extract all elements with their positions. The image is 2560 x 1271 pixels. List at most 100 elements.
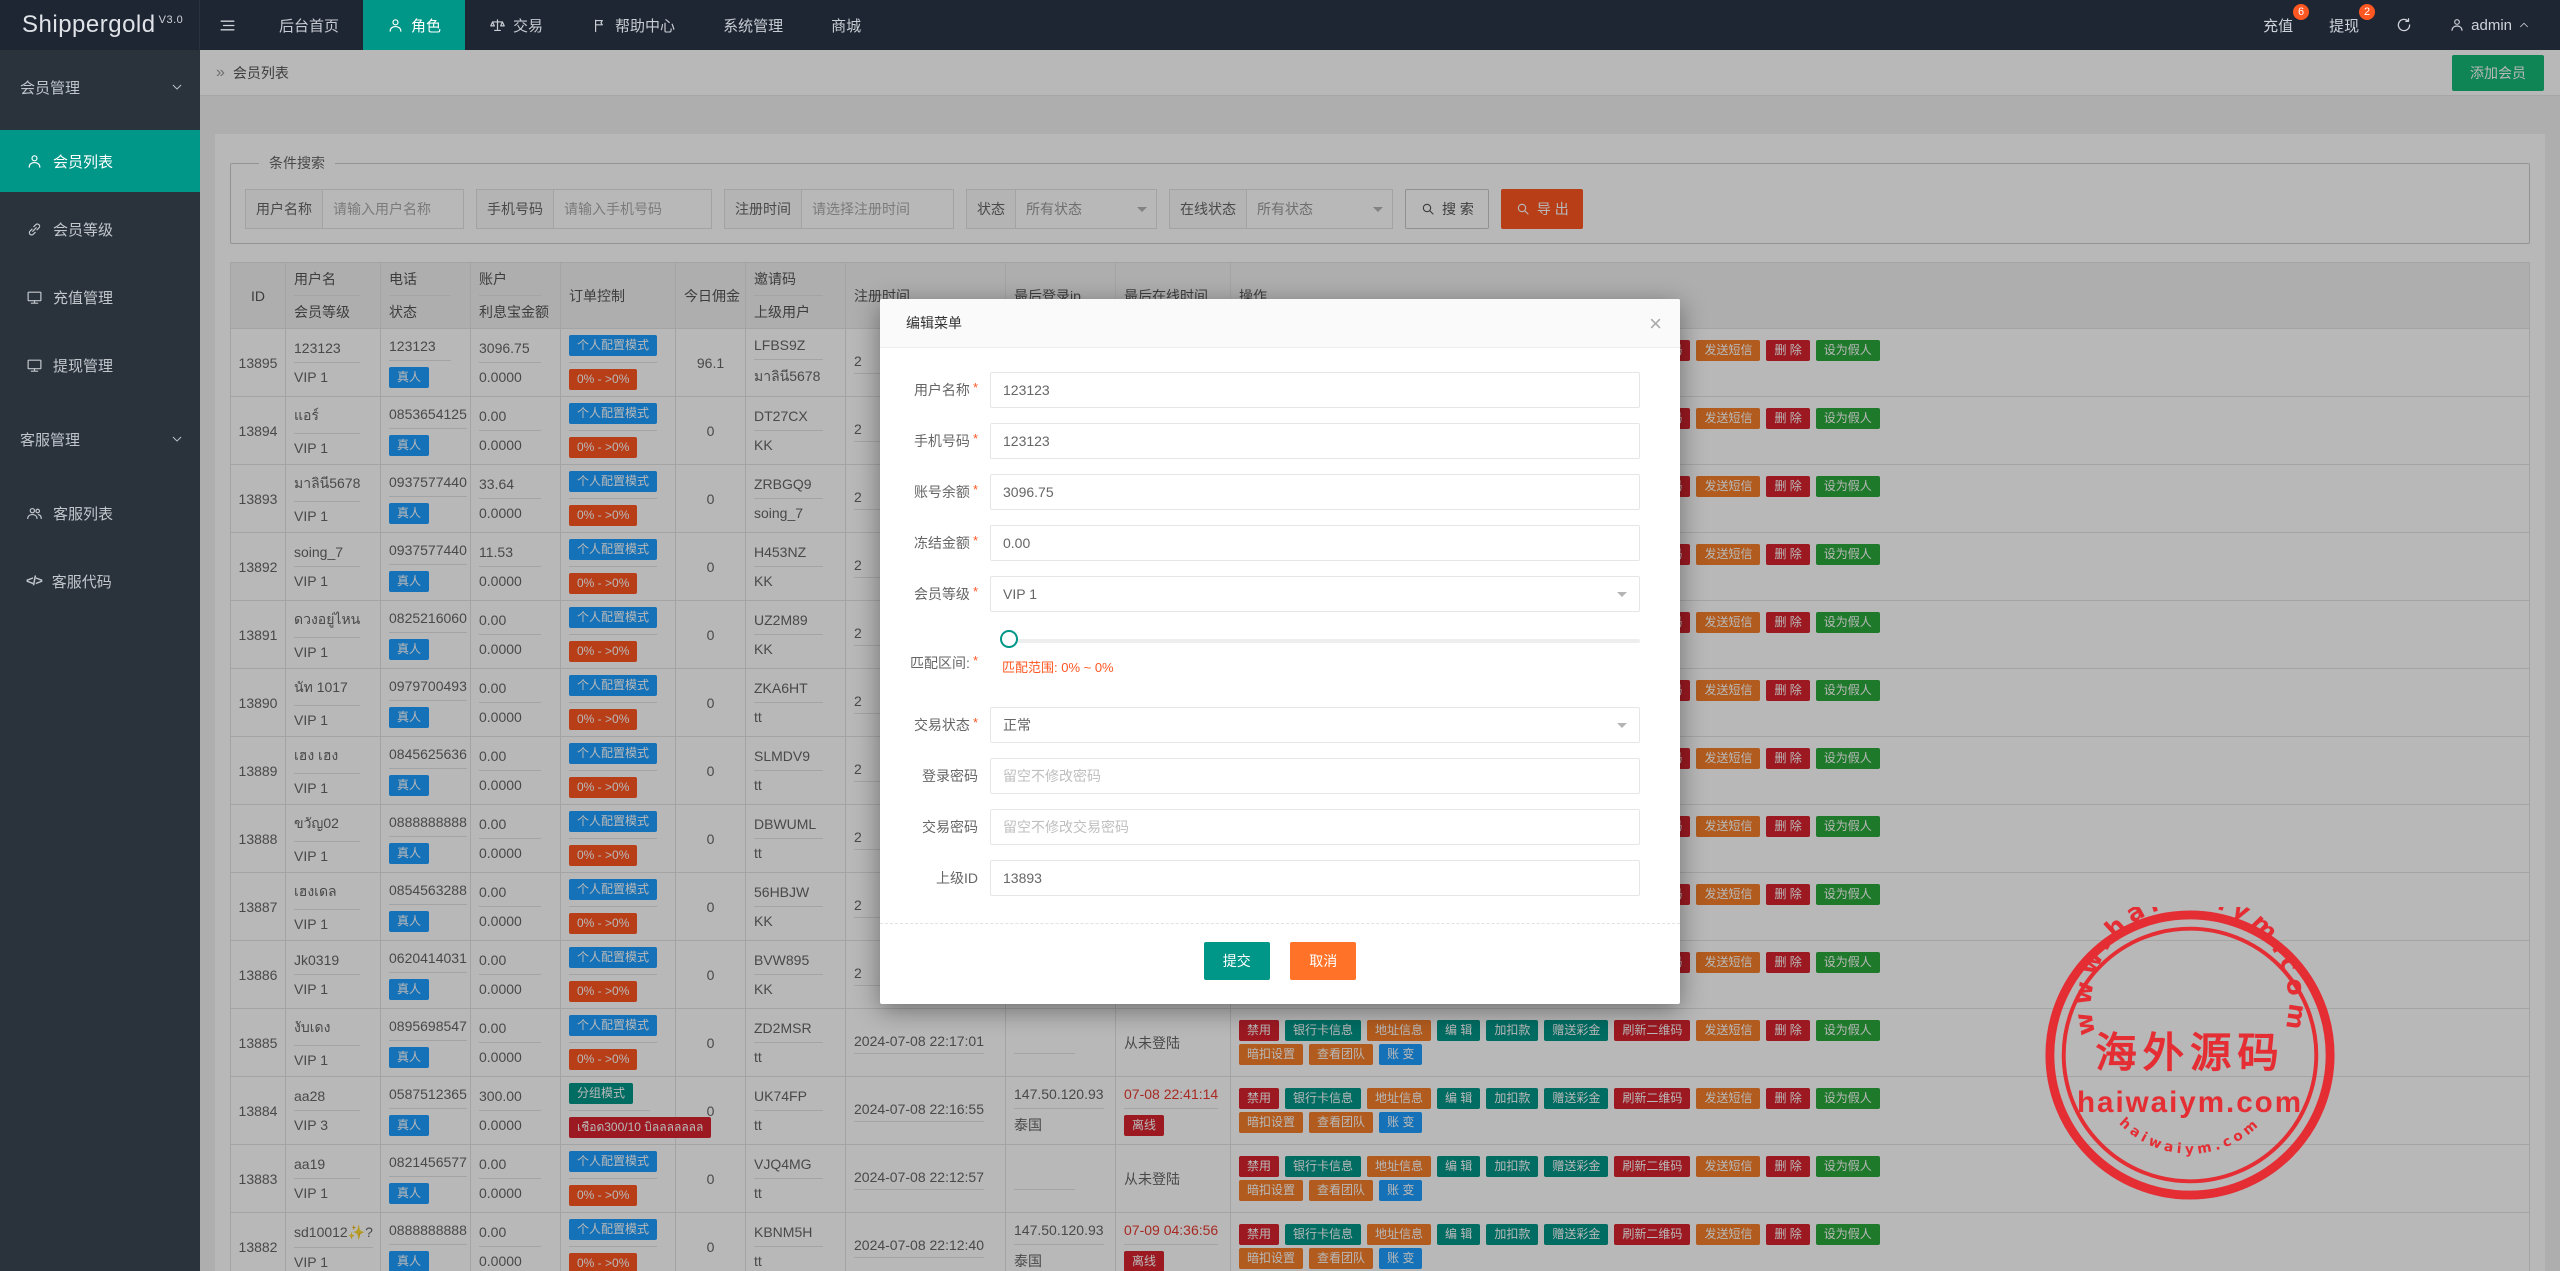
field-label: 用户名称 *	[913, 380, 978, 398]
code-icon: </>	[26, 572, 43, 588]
nav-item-2[interactable]: 交易	[465, 0, 567, 50]
main-content: » 会员列表 添加会员 条件搜索 用户名称手机号码注册时间状态所有状态在线状态所…	[200, 50, 2560, 1271]
field-label: 冻结金额 *	[913, 533, 978, 551]
screen-icon	[26, 289, 43, 306]
chevron-down-icon	[170, 80, 184, 94]
modal-field-8: 交易密码	[894, 809, 1640, 845]
modal-field-9: 上级ID	[894, 860, 1640, 896]
required-asterisk: *	[972, 482, 978, 497]
sidebar-group-1[interactable]: 客服管理	[0, 402, 200, 476]
required-asterisk: *	[972, 584, 978, 599]
field-label: 手机号码 *	[913, 431, 978, 449]
chevron-down-icon	[170, 432, 184, 446]
app-logo-version: V3.0	[158, 14, 184, 26]
recharge-label: 充值	[2263, 17, 2294, 35]
sidebar-item-0-0[interactable]: 会员列表	[0, 130, 200, 192]
sidebar-group-label: 会员管理	[20, 79, 81, 97]
nav-item-1[interactable]: 角色	[363, 0, 466, 50]
modal-field-2: 账号余额 *	[894, 474, 1640, 510]
sidebar-item-0-1[interactable]: 会员等级	[0, 198, 200, 260]
nav-item-0[interactable]: 后台首页	[255, 0, 363, 50]
sidebar-item-label: 客服代码	[51, 573, 112, 591]
sidebar: 会员管理会员列表会员等级充值管理提现管理客服管理客服列表 </> 客服代码	[0, 50, 200, 1271]
top-navbar: Shippergold V3.0 后台首页 角色 交易 帮助中心 系统管理 商城 充值 6…	[0, 0, 2560, 50]
screen-icon	[26, 357, 43, 374]
range-slider-handle[interactable]	[1000, 630, 1018, 648]
match-range-hint: 匹配范围: 0% ~ 0%	[1002, 660, 1114, 675]
field-label: 交易状态 *	[913, 715, 978, 733]
field-label: 登录密码	[922, 768, 978, 784]
required-asterisk: *	[972, 533, 978, 548]
flag-icon	[591, 17, 608, 34]
nav-item-label: 商城	[831, 17, 862, 35]
nav-item-label: 后台首页	[279, 17, 340, 35]
sidebar-item-label: 会员等级	[53, 221, 114, 239]
modal-body: 用户名称* 手机号码* 账号余额* 冻结金额* 会员等级* VIP 1 匹配区间:* 匹配范围…	[880, 348, 1680, 915]
sidebar-item-label: 提现管理	[53, 357, 114, 375]
field-input-1[interactable]	[990, 423, 1640, 459]
recharge-badge: 6	[2293, 3, 2310, 20]
nav-item-label: 交易	[513, 17, 544, 35]
withdraw-nav-button[interactable]: 提现 2	[2329, 3, 2376, 36]
field-label: 交易密码	[922, 819, 978, 835]
sidebar-group-0[interactable]: 会员管理	[0, 50, 200, 124]
field-select-4[interactable]: VIP 1	[990, 576, 1640, 612]
user-icon	[26, 153, 43, 170]
sidebar-item-label: 充值管理	[53, 289, 114, 307]
sidebar-group-label: 客服管理	[20, 431, 81, 449]
chevron-down-icon	[1617, 723, 1627, 733]
required-asterisk: *	[972, 431, 978, 446]
submit-button[interactable]: 提交	[1203, 942, 1270, 980]
modal-footer: 提交 取消	[880, 923, 1680, 1004]
field-label: 会员等级 *	[913, 584, 978, 602]
range-slider-track[interactable]	[1000, 630, 1640, 648]
users-icon	[26, 505, 43, 522]
field-label: 账号余额 *	[913, 482, 978, 500]
scales-icon	[489, 17, 506, 34]
nav-item-3[interactable]: 帮助中心	[567, 0, 699, 50]
field-select-6[interactable]: 正常	[990, 707, 1640, 743]
sidebar-item-1-1[interactable]: </> 客服代码	[0, 550, 200, 612]
field-input-9[interactable]	[990, 860, 1640, 896]
field-input-3[interactable]	[990, 525, 1640, 561]
recharge-nav-button[interactable]: 充值 6	[2263, 3, 2310, 36]
nav-item-4[interactable]: 系统管理	[699, 0, 807, 50]
sidebar-item-1-0[interactable]: 客服列表	[0, 482, 200, 544]
username-label: admin	[2471, 16, 2512, 34]
link-icon	[26, 221, 43, 238]
field-input-0[interactable]	[990, 372, 1640, 408]
refresh-icon[interactable]	[2395, 16, 2413, 34]
modal-title: 编辑菜单	[906, 315, 962, 331]
close-icon[interactable]: ×	[1649, 299, 1662, 348]
hamburger-icon[interactable]	[200, 0, 255, 50]
cancel-button[interactable]: 取消	[1290, 942, 1357, 980]
withdraw-label: 提现	[2329, 17, 2360, 35]
field-input-8[interactable]	[990, 809, 1640, 845]
user-menu[interactable]: admin	[2449, 17, 2530, 34]
chevron-up-icon	[2518, 19, 2530, 31]
app-logo: Shippergold V3.0	[0, 0, 200, 50]
sidebar-item-0-3[interactable]: 提现管理	[0, 334, 200, 396]
field-input-2[interactable]	[990, 474, 1640, 510]
field-label: 匹配区间: *	[910, 653, 978, 671]
sidebar-item-label: 会员列表	[53, 153, 114, 171]
sidebar-item-0-2[interactable]: 充值管理	[0, 266, 200, 328]
nav-item-label: 系统管理	[723, 17, 784, 35]
withdraw-badge: 2	[2359, 3, 2376, 20]
modal-field-7: 登录密码	[894, 758, 1640, 794]
modal-header: 编辑菜单 ×	[880, 299, 1680, 348]
nav-item-5[interactable]: 商城	[807, 0, 885, 50]
required-asterisk: *	[972, 380, 978, 395]
user-icon	[387, 17, 404, 34]
edit-member-modal: 编辑菜单 × 用户名称* 手机号码* 账号余额* 冻结金额* 会员等级* VIP 1 匹配区…	[880, 299, 1680, 1004]
app-logo-text: Shippergold	[22, 11, 156, 38]
required-asterisk: *	[972, 715, 978, 730]
required-asterisk: *	[972, 653, 978, 668]
field-label: 上级ID	[936, 870, 978, 886]
modal-field-6: 交易状态 * 正常	[894, 707, 1640, 743]
user-icon	[2449, 17, 2465, 33]
field-input-7[interactable]	[990, 758, 1640, 794]
sidebar-item-label: 客服列表	[53, 505, 114, 523]
nav-item-label: 角色	[411, 17, 442, 35]
nav-menu: 后台首页 角色 交易 帮助中心 系统管理 商城	[255, 0, 885, 50]
